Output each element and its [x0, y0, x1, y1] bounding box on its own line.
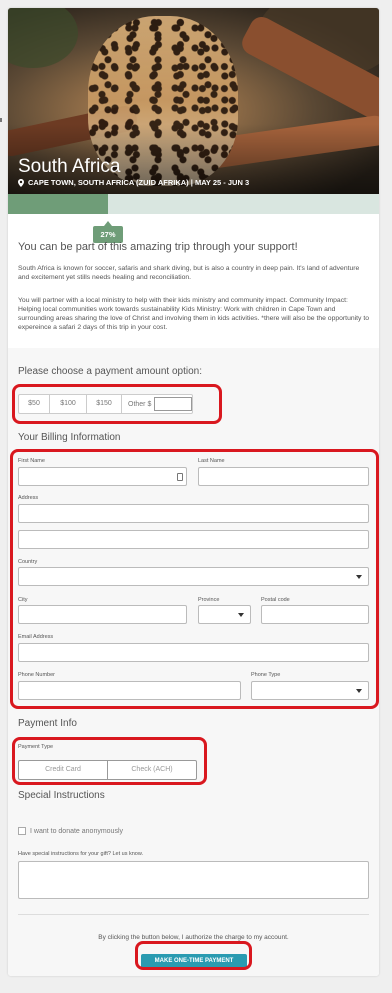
last-name-label: Last Name	[198, 458, 225, 464]
autofill-key-icon[interactable]	[177, 473, 183, 481]
hero-image: South Africa CAPE TOWN, SOUTH AFRICA (ZU…	[8, 8, 379, 194]
email-label: Email Address	[18, 634, 54, 640]
location-pin-icon	[18, 178, 24, 187]
trip-card: South Africa CAPE TOWN, SOUTH AFRICA (ZU…	[8, 8, 379, 976]
email-field[interactable]	[18, 643, 369, 662]
country-select[interactable]	[18, 567, 369, 586]
chevron-down-icon	[356, 689, 362, 693]
trip-title: South Africa	[18, 156, 121, 177]
page-edge-mark	[0, 118, 2, 122]
address-label: Address	[18, 495, 39, 501]
anonymous-donation-row[interactable]: I want to donate anonymously	[18, 827, 123, 835]
phone-number-field[interactable]	[18, 681, 241, 700]
postal-code-label: Postal code	[261, 597, 290, 603]
check-ach-option[interactable]: Check (ACH)	[107, 761, 196, 779]
funding-progress-fill	[8, 194, 108, 214]
intro-paragraph-1: South Africa is known for soccer, safari…	[18, 265, 360, 281]
funding-progress-bar	[8, 194, 379, 214]
first-name-field[interactable]	[18, 467, 187, 486]
billing-heading: Your Billing Information	[18, 432, 121, 443]
city-label: City	[18, 597, 28, 603]
chevron-down-icon	[238, 613, 244, 617]
address-line-2-field[interactable]	[18, 530, 369, 549]
chevron-down-icon	[356, 575, 362, 579]
amount-option-50[interactable]: $50	[19, 395, 50, 413]
amount-option-100[interactable]: $100	[50, 395, 87, 413]
trip-location-dates: CAPE TOWN, SOUTH AFRICA (ZUID AFRIKA) | …	[28, 178, 250, 187]
divider	[18, 914, 369, 915]
payment-type-options: Credit Card Check (ACH)	[18, 760, 197, 780]
province-select[interactable]	[198, 605, 251, 624]
make-payment-button[interactable]: MAKE ONE-TIME PAYMENT	[141, 954, 247, 969]
intro-paragraph-2: You will partner with a local ministry t…	[18, 297, 369, 331]
anonymous-checkbox[interactable]	[18, 827, 26, 835]
postal-code-field[interactable]	[261, 605, 369, 624]
other-amount-input[interactable]	[154, 397, 193, 411]
address-line-1-field[interactable]	[18, 504, 369, 523]
phone-type-label: Phone Type	[251, 672, 281, 678]
amount-option-150[interactable]: $150	[87, 395, 122, 413]
last-name-field[interactable]	[198, 467, 369, 486]
special-instructions-heading: Special Instructions	[18, 790, 105, 801]
anonymous-label: I want to donate anonymously	[30, 827, 124, 835]
payment-info-heading: Payment Info	[18, 718, 77, 729]
special-instructions-textarea[interactable]	[18, 861, 369, 899]
country-label: Country	[18, 559, 38, 565]
trip-subtitle: CAPE TOWN, SOUTH AFRICA (ZUID AFRIKA) | …	[18, 178, 249, 187]
province-label: Province	[198, 597, 220, 603]
phone-number-label: Phone Number	[18, 672, 55, 678]
instructions-label: Have special instructions for your gift?…	[18, 851, 144, 857]
intro-heading: You can be part of this amazing trip thr…	[18, 241, 298, 253]
credit-card-option[interactable]: Credit Card	[19, 761, 107, 779]
amount-heading: Please choose a payment amount option:	[18, 366, 203, 377]
phone-type-select[interactable]	[251, 681, 369, 700]
amount-options: $50 $100 $150 Other $	[18, 394, 194, 414]
authorization-notice: By clicking the button below, I authoriz…	[98, 934, 289, 941]
amount-option-other[interactable]: Other $	[122, 395, 193, 413]
first-name-label: First Name	[18, 458, 45, 464]
other-amount-label: Other $	[128, 400, 152, 408]
city-field[interactable]	[18, 605, 187, 624]
payment-type-label: Payment Type	[18, 744, 54, 750]
